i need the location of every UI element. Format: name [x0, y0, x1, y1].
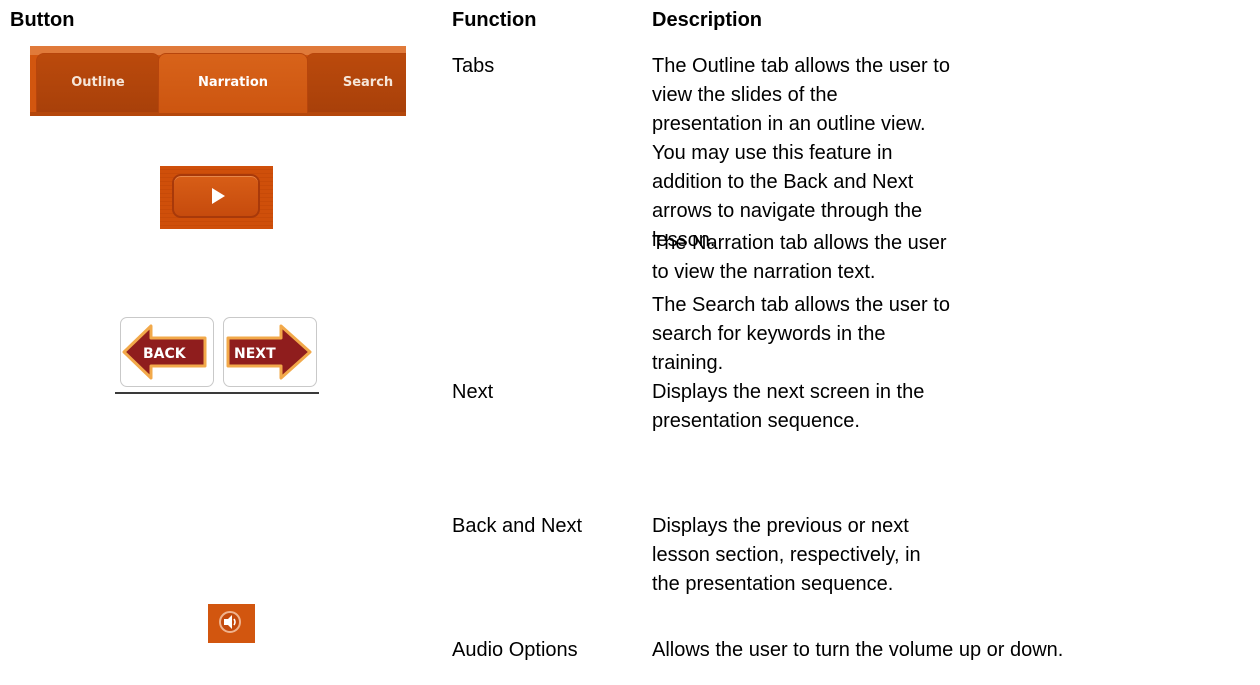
tab-outline: Outline: [36, 53, 160, 113]
header-button: Button: [10, 9, 75, 31]
tab-narration: Narration: [158, 53, 308, 113]
back-arrow-label: BACK: [143, 346, 187, 362]
description-search-tab: The Search tab allows the user to search…: [652, 294, 950, 374]
function-back-and-next: Back and Next: [452, 515, 583, 537]
tab-search: Search: [306, 53, 406, 113]
next-button-image: [160, 166, 273, 229]
function-audio-options: Audio Options: [452, 639, 578, 661]
description-outline-tab: The Outline tab allows the user to view …: [652, 55, 950, 251]
header-function: Function: [452, 9, 537, 31]
back-next-arrows-graphic: BACK NEXT: [122, 324, 312, 380]
description-next: Displays the next screen in the presenta…: [652, 381, 925, 432]
description-audio-options: Allows the user to turn the volume up or…: [652, 639, 1064, 661]
speaker-icon: [224, 615, 236, 629]
function-tabs: Tabs: [452, 55, 495, 77]
tabs-image: Outline Narration Search: [30, 46, 406, 116]
header-description: Description: [652, 9, 763, 31]
description-narration-tab: The Narration tab allows the user to vie…: [652, 232, 947, 283]
next-play-button: [172, 174, 260, 218]
back-next-underline: [115, 392, 319, 394]
function-next: Next: [452, 381, 494, 403]
description-back-and-next: Displays the previous or next lesson sec…: [652, 515, 921, 595]
back-next-image: BACK NEXT: [115, 317, 319, 394]
next-arrow-label: NEXT: [234, 346, 276, 362]
audio-button-image: [208, 604, 255, 643]
play-icon: [212, 188, 225, 204]
